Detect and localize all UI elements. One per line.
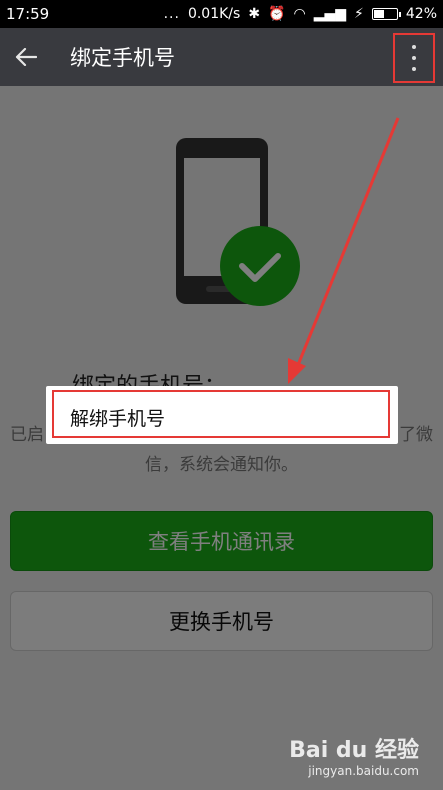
status-bar: 17:59 ... 0.01K/s ✱ ⏰ ◠ ▂▄▆ ⚡ 42% [0,0,443,28]
watermark: Bai du 经验 jingyan.baidu.com [289,732,419,778]
arrow-left-icon[interactable] [0,28,52,86]
signal-icon: ▂▄▆ [313,6,347,22]
charging-icon: ⚡ [354,6,364,22]
menu-item-unbind-phone[interactable]: 解绑手机号 [70,404,165,431]
app-bar: 绑定手机号 [0,28,443,86]
wifi-icon: ◠ [293,6,306,22]
status-time: 17:59 [6,5,50,23]
network-speed: 0.01K/s [187,6,241,22]
battery-percent: 42% [405,6,437,22]
alarm-icon: ⏰ [268,6,286,22]
watermark-logo: Bai du 经验 [289,738,419,763]
watermark-url: jingyan.baidu.com [308,764,419,778]
status-dots: ... [163,6,180,22]
bluetooth-icon: ✱ [248,6,261,22]
battery-icon [371,8,401,20]
page-title: 绑定手机号 [70,46,175,70]
status-right: ... 0.01K/s ✱ ⏰ ◠ ▂▄▆ ⚡ 42% [164,6,437,22]
more-vertical-icon[interactable] [393,33,435,83]
